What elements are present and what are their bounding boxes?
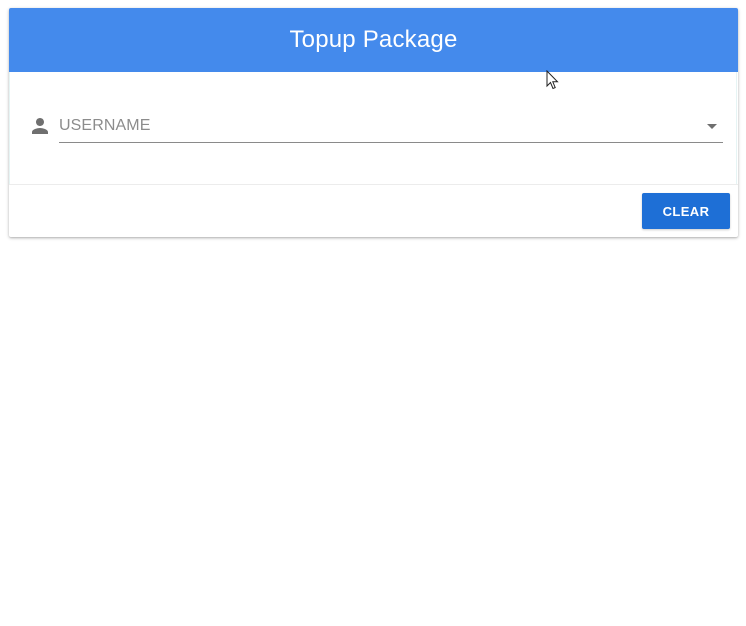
actions-divider — [9, 184, 738, 185]
arrow-drop-down-icon[interactable] — [707, 124, 717, 129]
person-icon — [32, 118, 48, 134]
username-select[interactable]: USERNAME — [59, 110, 723, 143]
card-header: Topup Package — [9, 8, 738, 72]
page-title: Topup Package — [289, 26, 458, 53]
username-label: USERNAME — [59, 117, 151, 134]
topup-package-card: Topup Package USERNAME CLEAR — [9, 8, 738, 237]
clear-button[interactable]: CLEAR — [642, 193, 730, 229]
card-body: USERNAME — [9, 72, 737, 184]
username-field: USERNAME — [26, 110, 724, 144]
